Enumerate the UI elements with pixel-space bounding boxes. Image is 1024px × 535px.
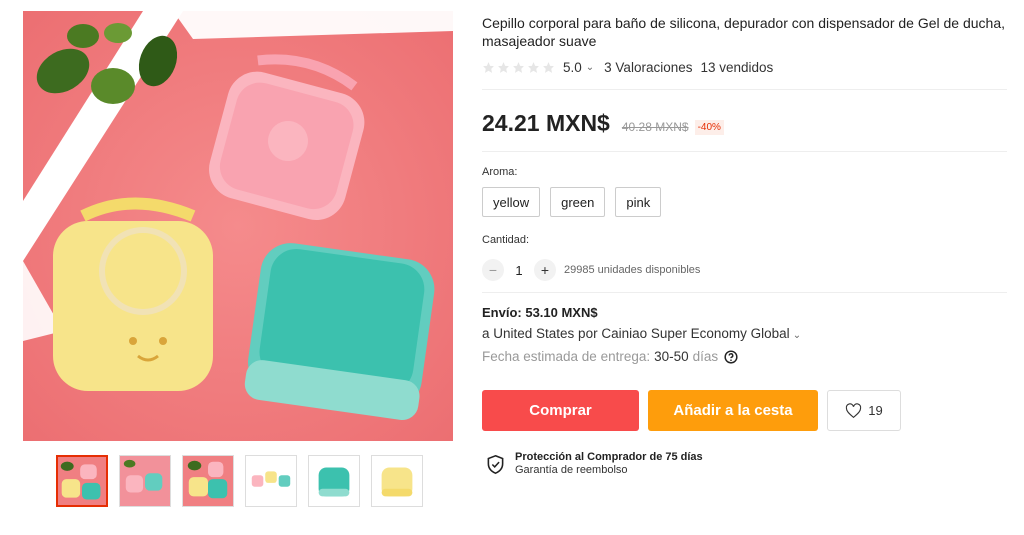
shipping-cost: Envío: 53.10 MXN$ xyxy=(482,305,598,320)
shipping-method[interactable]: a United States por Cainiao Super Econom… xyxy=(482,326,801,341)
protection-subtitle: Garantía de reembolso xyxy=(515,464,628,476)
thumbnail-4[interactable] xyxy=(245,455,297,507)
current-price: 24.21 MXN$ xyxy=(482,110,610,136)
thumbnail-2[interactable] xyxy=(119,455,171,507)
protection-title: Protección al Comprador de 75 días xyxy=(515,451,703,463)
plus-icon[interactable]: + xyxy=(534,259,556,281)
shield-check-icon xyxy=(487,454,504,475)
add-to-cart-button[interactable]: Añadir a la cesta xyxy=(648,390,818,431)
star-icon xyxy=(498,62,509,73)
product-main-image[interactable] xyxy=(23,11,453,441)
aroma-label: Aroma: xyxy=(482,166,518,178)
star-icon xyxy=(513,62,524,73)
aroma-option-green[interactable]: green xyxy=(550,187,606,217)
star-icon xyxy=(543,62,554,73)
star-icon xyxy=(528,62,539,73)
rating-score[interactable]: 5.0 xyxy=(563,60,582,75)
thumbnail-image xyxy=(372,456,422,506)
thumbnail-image xyxy=(120,456,170,506)
wishlist-button[interactable]: 19 xyxy=(827,390,901,431)
thumbnail-3[interactable] xyxy=(182,455,234,507)
thumbnail-image xyxy=(183,456,233,506)
chevron-down-icon[interactable]: ⌄ xyxy=(793,330,801,341)
quantity-label: Cantidad: xyxy=(482,234,530,246)
rating-row: 5.0 ⌄ 3 Valoraciones 13 vendidos xyxy=(482,60,773,75)
divider xyxy=(482,89,1007,90)
wishlist-count: 19 xyxy=(868,403,883,418)
eta-days: 30-50 xyxy=(654,349,689,364)
thumbnail-1[interactable] xyxy=(56,455,108,507)
aroma-option-yellow[interactable]: yellow xyxy=(482,187,541,217)
sold-count: 13 vendidos xyxy=(700,60,774,75)
help-icon[interactable] xyxy=(724,349,738,364)
chevron-down-icon[interactable]: ⌄ xyxy=(586,62,594,73)
discount-badge: -40% xyxy=(694,120,724,135)
delivery-estimate: Fecha estimada de entrega: 30-50 días xyxy=(482,349,738,364)
product-title: Cepillo corporal para baño de silicona, … xyxy=(482,15,1006,49)
buyer-protection: Protección al Comprador de 75 días Garan… xyxy=(486,451,703,477)
eta-prefix: Fecha estimada de entrega: xyxy=(482,349,651,364)
original-price: 40.28 MXN$ xyxy=(621,120,689,134)
quantity-stepper: − 1 + 29985 unidades disponibles xyxy=(482,259,700,281)
aroma-option-pink[interactable]: pink xyxy=(615,187,662,217)
divider xyxy=(482,292,1007,293)
thumbnail-6[interactable] xyxy=(371,455,423,507)
buy-now-button[interactable]: Comprar xyxy=(482,390,639,431)
minus-icon[interactable]: − xyxy=(482,259,504,281)
heart-icon xyxy=(846,402,862,418)
shipping-destination[interactable]: a United States por Cainiao Super Econom… xyxy=(482,326,790,341)
divider xyxy=(482,151,1007,152)
star-icon xyxy=(483,62,494,73)
reviews-link[interactable]: 3 Valoraciones xyxy=(604,60,692,75)
thumbnail-5[interactable] xyxy=(308,455,360,507)
aroma-options: yellow green pink xyxy=(482,187,662,217)
available-units: 29985 unidades disponibles xyxy=(564,264,701,276)
quantity-value[interactable]: 1 xyxy=(504,263,534,278)
thumbnail-strip xyxy=(56,455,423,507)
thumbnail-image xyxy=(58,457,106,505)
thumbnail-image xyxy=(246,456,296,506)
eta-suffix: días xyxy=(692,349,719,364)
product-photo xyxy=(23,11,453,441)
thumbnail-image xyxy=(309,456,359,506)
price-row: 24.21 MXN$ 40.28 MXN$ -40% xyxy=(482,110,724,137)
rating-stars xyxy=(482,61,555,74)
